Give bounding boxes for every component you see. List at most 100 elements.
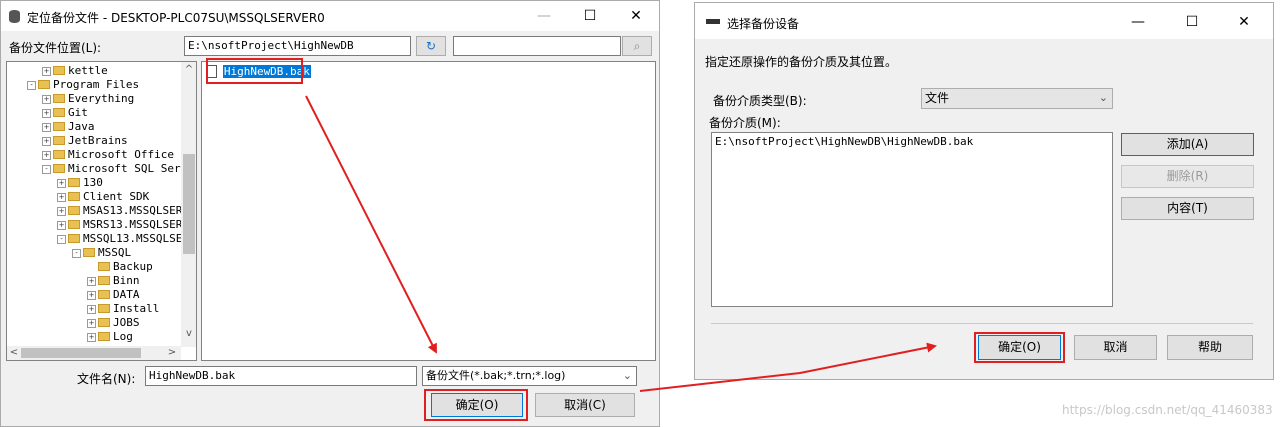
folder-icon	[53, 149, 65, 159]
collapse-icon[interactable]: -	[42, 164, 51, 174]
tree-item[interactable]: - Program Files	[27, 78, 139, 92]
filename-label: 文件名(N):	[77, 372, 136, 386]
tree-item-label: DATA	[113, 288, 140, 301]
collapse-icon[interactable]: -	[27, 80, 36, 90]
folder-icon	[98, 289, 110, 299]
maximize-button[interactable]: ☐	[1169, 7, 1215, 37]
expand-icon[interactable]: +	[57, 220, 66, 230]
scroll-right-arrow[interactable]: >	[167, 347, 177, 358]
tree-item-label: Backup	[113, 260, 153, 273]
tree-item[interactable]: + Microsoft Office	[42, 148, 174, 162]
file-list[interactable]: HighNewDB.bak	[201, 61, 656, 361]
media-type-select[interactable]: 文件 ⌄	[921, 88, 1113, 109]
expand-icon[interactable]: +	[42, 108, 51, 118]
help-button[interactable]: 帮助	[1167, 335, 1253, 360]
tree-item[interactable]: + kettle	[42, 64, 108, 78]
close-button[interactable]: ✕	[1221, 7, 1267, 37]
cancel-button[interactable]: 取消(C)	[535, 393, 635, 417]
tree-item[interactable]: - MSSQL13.MSSQLSER	[57, 232, 189, 246]
cancel-button[interactable]: 取消	[1074, 335, 1157, 360]
folder-icon	[68, 233, 80, 243]
device-icon	[706, 19, 720, 24]
expand-icon[interactable]: +	[42, 66, 51, 76]
media-list-item[interactable]: E:\nsoftProject\HighNewDB\HighNewDB.bak	[715, 135, 973, 148]
filename-field[interactable]: HighNewDB.bak	[145, 366, 417, 386]
folder-icon	[83, 247, 95, 257]
expand-icon[interactable]: +	[87, 304, 96, 314]
search-icon: ⌕	[633, 39, 641, 53]
tree-item-label: JetBrains	[68, 134, 128, 147]
expand-icon[interactable]: +	[42, 122, 51, 132]
scroll-up-arrow[interactable]: ^	[181, 64, 196, 75]
tree-item[interactable]: - MSSQL	[72, 246, 131, 260]
minimize-button[interactable]: —	[521, 1, 567, 31]
tree-item[interactable]: + Java	[42, 120, 95, 134]
minimize-button[interactable]: —	[1115, 7, 1161, 37]
media-type-value: 文件	[925, 91, 950, 105]
scroll-left-arrow[interactable]: <	[9, 347, 19, 358]
tree-item[interactable]: + JetBrains	[42, 134, 128, 148]
media-label: 备份介质(M):	[709, 116, 781, 130]
tree-item[interactable]: + Git	[42, 106, 88, 120]
scroll-thumb[interactable]	[183, 154, 195, 254]
folder-icon	[53, 65, 65, 75]
tree-item[interactable]: + MSAS13.MSSQLSERV	[57, 204, 189, 218]
tree-item[interactable]: + Install	[87, 302, 159, 316]
tree-item[interactable]: Backup	[87, 260, 153, 274]
folder-tree[interactable]: + kettle - Program Files + Everything + Git + Jav…	[6, 61, 197, 361]
expand-icon[interactable]: +	[57, 206, 66, 216]
contents-button[interactable]: 内容(T)	[1121, 197, 1254, 220]
tree-item-label: Client SDK	[83, 190, 150, 203]
tree-item-label: JOBS	[113, 316, 140, 329]
expand-icon[interactable]: +	[42, 150, 51, 160]
tree-item[interactable]: + MSRS13.MSSQLSERV	[57, 218, 189, 232]
collapse-icon[interactable]: -	[72, 248, 81, 258]
folder-icon	[53, 163, 65, 173]
add-button[interactable]: 添加(A)	[1121, 133, 1254, 156]
tree-item[interactable]: + JOBS	[87, 316, 140, 330]
title-bar: 选择备份设备 — ☐ ✕	[695, 3, 1273, 39]
tree-item-label: kettle	[68, 64, 108, 77]
remove-button[interactable]: 删除(R)	[1121, 165, 1254, 188]
location-path-field[interactable]: E:\nsoftProject\HighNewDB	[184, 36, 411, 56]
location-label: 备份文件位置(L):	[9, 41, 102, 55]
tree-item[interactable]: + DATA	[87, 288, 140, 302]
tree-item-label: Git	[68, 106, 88, 119]
dialog-title: 定位备份文件 - DESKTOP-PLC07SU\MSSQLSERVER0	[27, 11, 325, 25]
media-list[interactable]: E:\nsoftProject\HighNewDB\HighNewDB.bak	[711, 132, 1113, 307]
refresh-button[interactable]: ↻	[416, 36, 446, 56]
tree-item[interactable]: +130	[57, 176, 103, 190]
expand-icon[interactable]: +	[42, 136, 51, 146]
expand-icon[interactable]: +	[87, 276, 96, 286]
expand-icon[interactable]: +	[42, 94, 51, 104]
tree-item[interactable]: + Log	[87, 330, 133, 344]
close-button[interactable]: ✕	[613, 1, 659, 31]
tree-item[interactable]: + Everything	[42, 92, 134, 106]
maximize-button[interactable]: ☐	[567, 1, 613, 31]
file-type-select[interactable]: 备份文件(*.bak;*.trn;*.log) ⌄	[422, 366, 637, 386]
tree-horizontal-scrollbar[interactable]: < >	[7, 346, 181, 360]
scroll-down-arrow[interactable]: v	[181, 328, 196, 339]
expand-icon[interactable]: +	[57, 178, 66, 188]
search-button[interactable]: ⌕	[622, 36, 652, 56]
tree-item[interactable]: + Binn	[87, 274, 140, 288]
tree-item[interactable]: - Microsoft SQL Serv	[42, 162, 187, 176]
tree-item-label: Log	[113, 330, 133, 343]
refresh-icon: ↻	[425, 39, 437, 53]
tree-item-label: MSSQL	[98, 246, 132, 259]
tree-item-label: Java	[68, 120, 95, 133]
expand-icon[interactable]: +	[57, 192, 66, 202]
tree-vertical-scrollbar[interactable]: ^ v	[181, 62, 196, 347]
file-type-value: 备份文件(*.bak;*.trn;*.log)	[426, 369, 566, 382]
tree-item[interactable]: + Client SDK	[57, 190, 149, 204]
folder-icon	[98, 317, 110, 327]
search-field[interactable]	[453, 36, 621, 56]
media-type-label: 备份介质类型(B):	[713, 94, 807, 108]
tree-item-label: 130	[83, 176, 103, 189]
h-scroll-thumb[interactable]	[21, 348, 141, 358]
expand-icon[interactable]: +	[87, 318, 96, 328]
expand-icon[interactable]: +	[87, 290, 96, 300]
expand-icon[interactable]: +	[87, 332, 96, 342]
folder-icon	[53, 121, 65, 131]
collapse-icon[interactable]: -	[57, 234, 66, 244]
